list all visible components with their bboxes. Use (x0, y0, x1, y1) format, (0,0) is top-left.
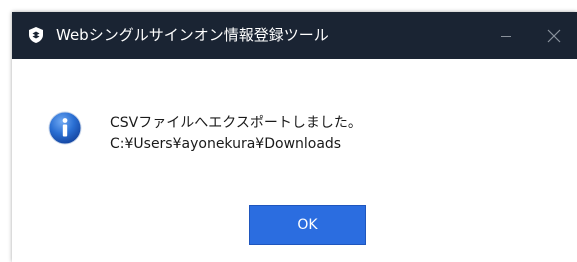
dialog-body: CSVファイルへエクスポートしました。 C:¥Users¥ayonekura¥D… (12, 59, 577, 262)
message-dialog: Webシングルサインオン情報登録ツール CSVファイルへエクスポートしました。 … (12, 12, 577, 262)
title-bar[interactable]: Webシングルサインオン情報登録ツール (12, 12, 577, 59)
message-line-2: C:¥Users¥ayonekura¥Downloads (110, 136, 342, 152)
window-title: Webシングルサインオン情報登録ツール (56, 26, 329, 44)
minimize-button[interactable] (483, 12, 529, 59)
info-icon (48, 111, 82, 145)
message-line-1: CSVファイルへエクスポートしました。 (110, 115, 362, 131)
app-shield-icon (29, 27, 43, 43)
minimize-icon (501, 35, 511, 37)
ok-button[interactable]: OK (249, 205, 366, 245)
close-icon (547, 29, 561, 42)
close-button[interactable] (531, 12, 577, 59)
dialog-message: CSVファイルへエクスポートしました。 C:¥Users¥ayonekura¥D… (110, 113, 362, 155)
